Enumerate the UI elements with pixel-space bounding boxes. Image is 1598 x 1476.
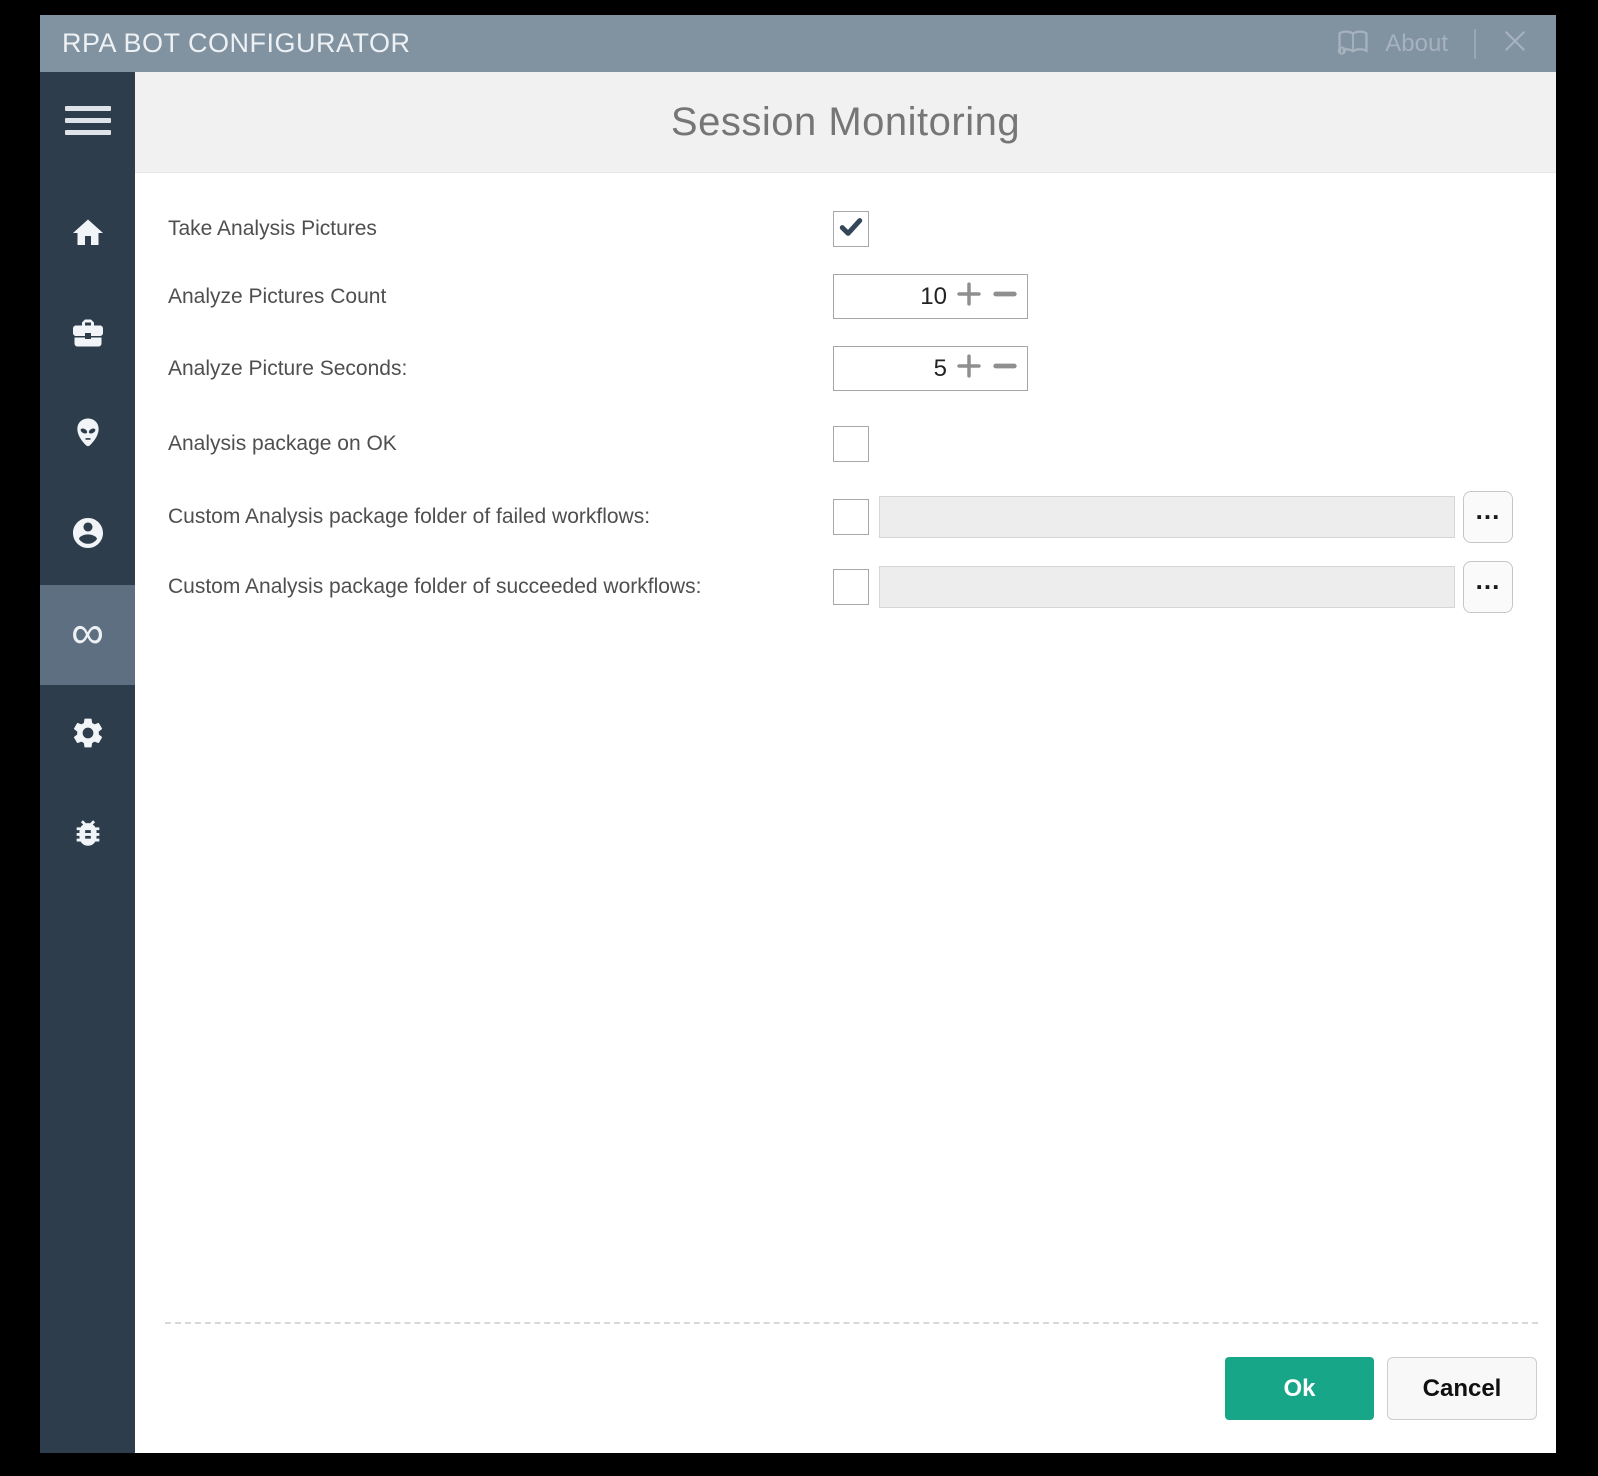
close-x-icon	[1502, 28, 1528, 59]
succeeded-folder-checkbox[interactable]	[833, 569, 869, 605]
alien-icon	[71, 416, 105, 455]
checkmark-icon	[837, 213, 865, 246]
sidebar-item-settings[interactable]	[40, 685, 135, 785]
row-failed-workflows-folder: Custom Analysis package folder of failed…	[168, 491, 1556, 543]
row-analyze-picture-seconds: Analyze Picture Seconds: 5	[168, 346, 1556, 391]
hamburger-icon	[64, 105, 111, 135]
picture-seconds-value[interactable]: 5	[834, 355, 951, 383]
sidebar-item-user[interactable]	[40, 485, 135, 585]
picture-seconds-decrease-button[interactable]	[987, 351, 1023, 387]
briefcase-icon	[70, 315, 106, 356]
succeeded-folder-input[interactable]	[879, 566, 1455, 608]
pictures-count-increase-button[interactable]	[951, 279, 987, 315]
picture-seconds-label: Analyze Picture Seconds:	[168, 356, 408, 380]
row-analysis-package-on-ok: Analysis package on OK	[168, 426, 1556, 462]
picture-seconds-increase-button[interactable]	[951, 351, 987, 387]
gear-icon	[70, 715, 106, 756]
about-label: About	[1385, 29, 1448, 57]
titlebar-actions: About	[1335, 25, 1528, 62]
app-window: RPA BOT CONFIGURATOR About ∞ Session Mon…	[40, 15, 1556, 1453]
infinity-icon: ∞	[71, 606, 104, 658]
footer: Ok Cancel	[135, 1322, 1556, 1453]
package-on-ok-label: Analysis package on OK	[168, 432, 397, 455]
ellipsis-icon: ...	[1475, 564, 1501, 595]
picture-seconds-spinner: 5	[833, 346, 1028, 391]
pictures-count-value[interactable]: 10	[834, 283, 951, 311]
titlebar-divider	[1474, 28, 1476, 59]
pictures-count-decrease-button[interactable]	[987, 279, 1023, 315]
failed-folder-label: Custom Analysis package folder of failed…	[168, 505, 651, 528]
failed-folder-browse-button[interactable]: ...	[1463, 491, 1513, 543]
sidebar-item-debug[interactable]	[40, 785, 135, 885]
take-pictures-label: Take Analysis Pictures	[168, 217, 377, 240]
page-title: Session Monitoring	[670, 99, 1021, 144]
sidebar-item-jobs[interactable]	[40, 285, 135, 385]
take-pictures-checkbox[interactable]	[833, 211, 869, 247]
minus-icon	[991, 352, 1019, 385]
home-icon	[70, 215, 106, 256]
bug-icon	[71, 816, 105, 855]
succeeded-folder-label: Custom Analysis package folder of succee…	[168, 575, 702, 598]
ellipsis-icon: ...	[1475, 494, 1501, 525]
cancel-button[interactable]: Cancel	[1387, 1357, 1537, 1420]
open-book-icon	[1335, 25, 1371, 62]
close-button[interactable]	[1502, 28, 1528, 59]
about-button[interactable]: About	[1335, 25, 1448, 62]
row-succeeded-workflows-folder: Custom Analysis package folder of succee…	[168, 561, 1556, 613]
person-icon	[70, 515, 106, 556]
plus-icon	[955, 280, 983, 313]
package-on-ok-checkbox[interactable]	[833, 426, 869, 462]
failed-folder-input[interactable]	[879, 496, 1455, 538]
ok-button[interactable]: Ok	[1225, 1357, 1374, 1420]
menu-button[interactable]	[40, 98, 135, 142]
plus-icon	[955, 352, 983, 385]
app-title: RPA BOT CONFIGURATOR	[62, 28, 411, 58]
row-take-analysis-pictures: Take Analysis Pictures	[168, 211, 1556, 247]
sidebar-item-bots[interactable]	[40, 385, 135, 485]
sidebar-item-home[interactable]	[40, 185, 135, 285]
main-panel: Session Monitoring Take Analysis Picture…	[135, 72, 1556, 1453]
failed-folder-checkbox[interactable]	[833, 499, 869, 535]
titlebar: RPA BOT CONFIGURATOR About	[40, 15, 1556, 72]
minus-icon	[991, 280, 1019, 313]
sidebar-nav: ∞	[40, 185, 135, 885]
sidebar: ∞	[40, 72, 135, 1453]
row-analyze-pictures-count: Analyze Pictures Count 10	[168, 274, 1556, 319]
footer-divider	[165, 1322, 1538, 1324]
sidebar-item-session-monitoring[interactable]: ∞	[40, 585, 135, 685]
footer-buttons: Ok Cancel	[135, 1357, 1537, 1420]
succeeded-folder-browse-button[interactable]: ...	[1463, 561, 1513, 613]
pictures-count-spinner: 10	[833, 274, 1028, 319]
pictures-count-label: Analyze Pictures Count	[168, 284, 387, 308]
page-header: Session Monitoring	[135, 72, 1556, 173]
settings-form: Take Analysis Pictures Analyze Pictures …	[135, 173, 1556, 613]
